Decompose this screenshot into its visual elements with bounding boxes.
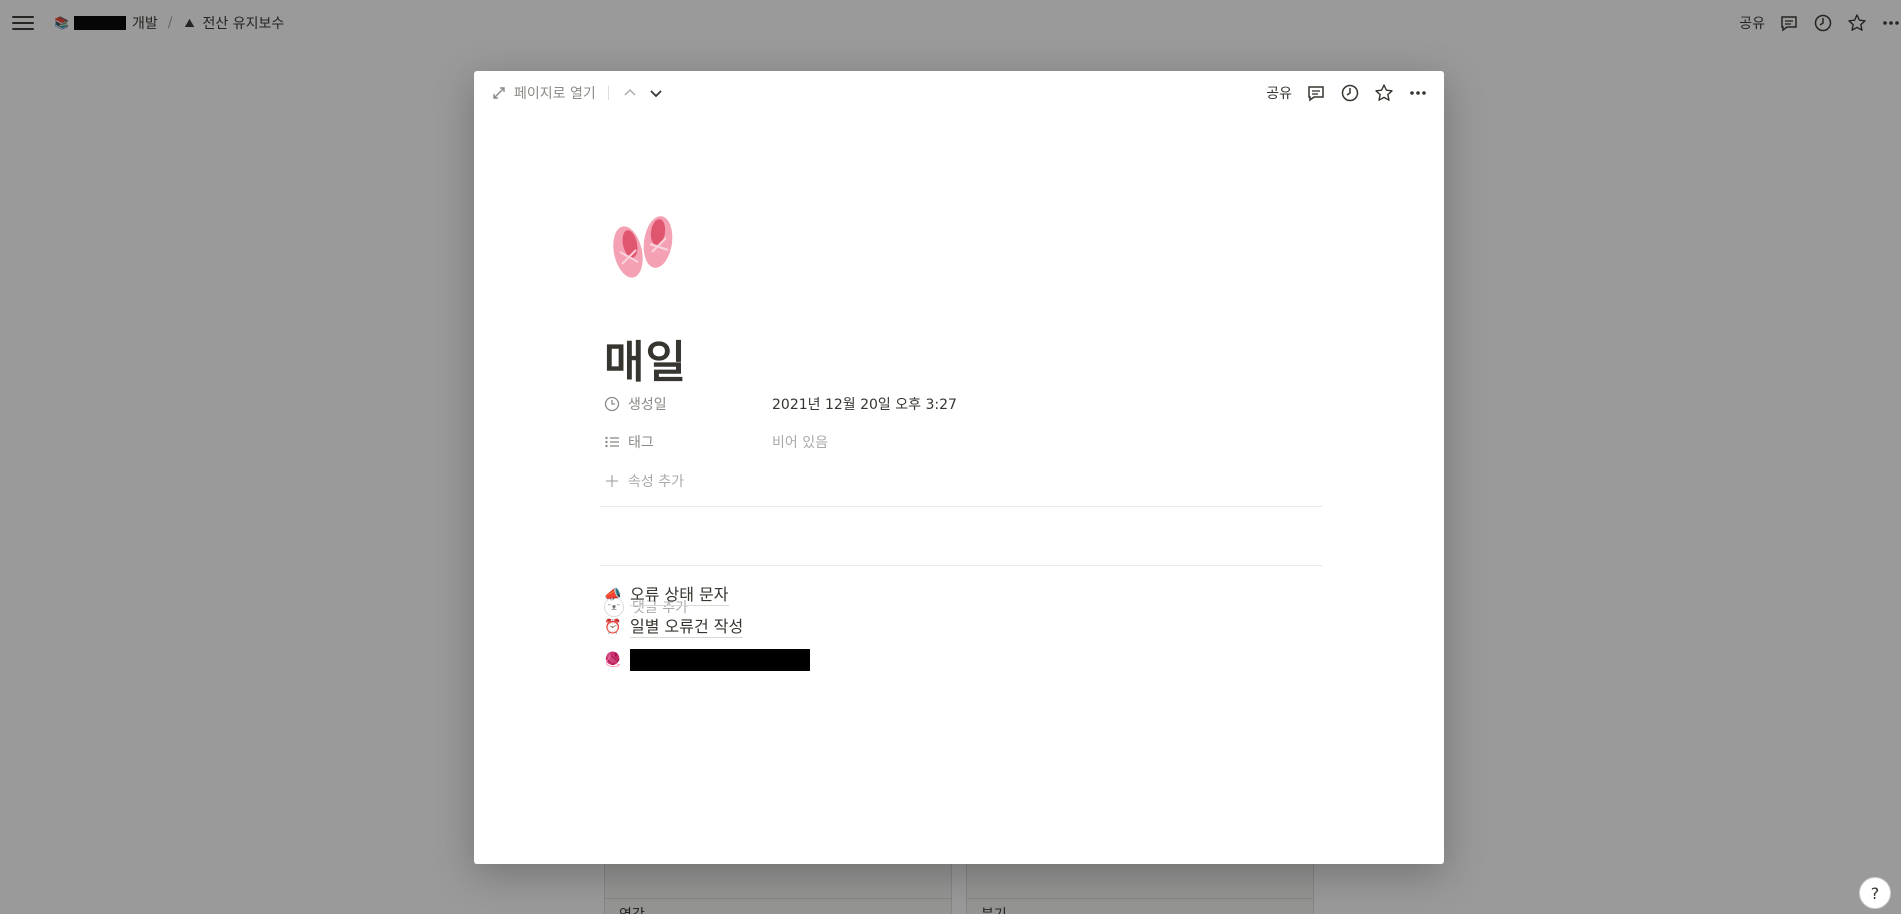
page-peek-modal: 페이지로 열기 공유 매일 생성일 2021년 12월 20일 오후 3:27 …: [474, 71, 1444, 864]
chevron-up-icon[interactable]: [621, 84, 639, 102]
plus-icon: [604, 473, 620, 489]
ballet-shoes-icon[interactable]: [606, 206, 682, 286]
modal-share-button[interactable]: 공유: [1266, 83, 1292, 103]
property-key: 생성일: [604, 394, 772, 414]
redacted-text: [630, 649, 810, 671]
property-label: 생성일: [628, 397, 667, 413]
add-property: 속성 추가: [604, 471, 772, 491]
clock-icon: [604, 396, 620, 412]
clock-icon[interactable]: [1340, 83, 1360, 103]
toolbar-divider: [607, 86, 609, 100]
modal-toolbar: 페이지로 열기 공유: [474, 71, 1444, 115]
link-label: 오류 상태 문자: [630, 584, 729, 606]
chevron-down-icon[interactable]: [647, 84, 665, 102]
property-created-time[interactable]: 생성일 2021년 12월 20일 오후 3:27: [604, 389, 1324, 419]
add-property-button[interactable]: 속성 추가: [604, 466, 1324, 496]
property-value-empty[interactable]: 비어 있음: [772, 432, 828, 452]
yarn-icon: 🧶: [604, 652, 622, 668]
modal-toolbar-left: 페이지로 열기: [492, 83, 665, 103]
property-label: 태그: [628, 435, 654, 451]
alarm-clock-icon: ⏰: [604, 619, 622, 635]
megaphone-icon: 📣: [604, 587, 622, 603]
expand-arrows-icon[interactable]: [492, 86, 506, 100]
more-options-icon[interactable]: [1408, 83, 1428, 103]
comment-icon[interactable]: [1306, 83, 1326, 103]
property-key: 태그: [604, 432, 772, 452]
divider: [600, 506, 1322, 507]
list-icon: [604, 434, 620, 450]
help-button[interactable]: ?: [1859, 877, 1891, 909]
divider: [600, 565, 1322, 566]
link-label: 일별 오류건 작성: [630, 616, 744, 638]
link-to-page[interactable]: 🧶: [604, 648, 810, 672]
star-icon[interactable]: [1374, 83, 1394, 103]
modal-toolbar-right: 공유: [1266, 83, 1428, 103]
add-property-label: 속성 추가: [628, 474, 684, 490]
link-to-page[interactable]: 📣 오류 상태 문자: [604, 583, 729, 607]
link-to-page[interactable]: ⏰ 일별 오류건 작성: [604, 615, 744, 639]
property-value: 2021년 12월 20일 오후 3:27: [772, 397, 957, 413]
property-tags[interactable]: 태그 비어 있음: [604, 427, 1324, 457]
open-as-page-button[interactable]: 페이지로 열기: [514, 83, 596, 103]
page-title[interactable]: 매일: [604, 326, 687, 390]
